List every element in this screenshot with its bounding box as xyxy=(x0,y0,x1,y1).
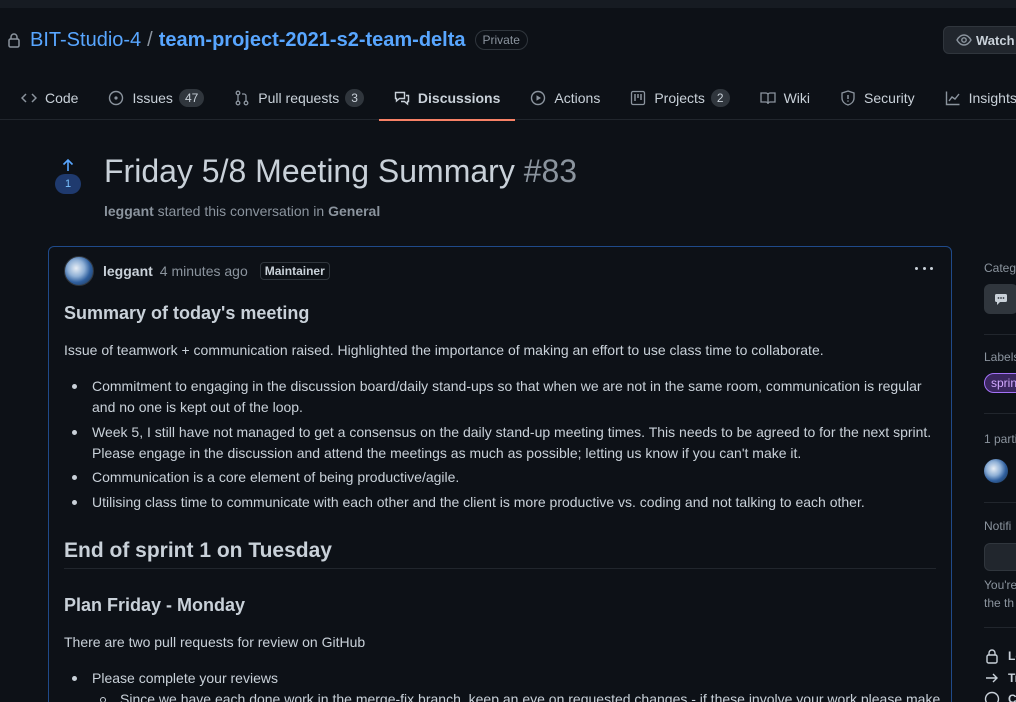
intro-paragraph: Issue of teamwork + communication raised… xyxy=(64,342,824,358)
project-board-icon xyxy=(631,90,646,106)
tab-label: Projects xyxy=(654,90,705,106)
tab-label: Pull requests xyxy=(258,90,340,106)
transfer-link[interactable]: Tr xyxy=(984,670,1016,686)
discussion-title: Friday 5/8 Meeting Summary #83 xyxy=(104,153,577,190)
starter-link[interactable]: leggant xyxy=(104,203,154,219)
participants-heading: 1 parti xyxy=(984,432,1016,446)
post-header: leggant 4 minutes ago Maintainer xyxy=(64,256,330,286)
lock-icon xyxy=(986,649,998,664)
sidebar-divider xyxy=(984,334,1016,335)
speech-bubble-icon xyxy=(995,294,1007,305)
arrow-right-icon xyxy=(986,673,998,683)
sidebar-action-link[interactable]: C xyxy=(984,691,1016,702)
list-item: Commitment to engaging in the discussion… xyxy=(72,376,942,418)
post-author-link[interactable]: leggant xyxy=(103,263,153,279)
tab-insights[interactable]: Insights xyxy=(930,76,1016,120)
code-icon xyxy=(21,93,37,103)
labels-heading: Labels xyxy=(984,350,1016,364)
discussion-sidebar: Categ Labels sprin 1 parti Notifi You're… xyxy=(984,246,1016,702)
sidebar-divider xyxy=(984,413,1016,414)
sidebar-action-label: C xyxy=(1008,692,1016,702)
repo-separator: / xyxy=(147,28,153,51)
tab-label: Discussions xyxy=(417,90,501,106)
tab-label: Wiki xyxy=(783,90,811,106)
notifications-text: the th xyxy=(984,596,1015,610)
circle-icon xyxy=(984,691,1000,702)
post-timestamp[interactable]: 4 minutes ago xyxy=(160,263,248,279)
play-icon xyxy=(531,90,546,106)
projects-count-badge: 2 xyxy=(710,89,730,107)
upvote-control[interactable]: 1 xyxy=(55,158,81,194)
tab-code[interactable]: Code xyxy=(6,76,93,120)
category-icon-button[interactable] xyxy=(984,284,1016,314)
discussion-number: #83 xyxy=(523,153,578,189)
discussion-post: leggant 4 minutes ago Maintainer Summary… xyxy=(48,246,952,702)
lock-conversation-link[interactable]: Lo xyxy=(984,648,1016,664)
tab-label: Security xyxy=(864,90,915,106)
subscribe-button[interactable] xyxy=(984,543,1016,571)
repo-owner-link[interactable]: BIT-Studio-4 xyxy=(30,29,141,52)
sidebar-divider xyxy=(984,502,1016,503)
repo-title: BIT-Studio-4 / team-project-2021-s2-team… xyxy=(6,27,528,53)
repo-nav-tabs: Code Issues 47 Pull requests 3 Discussio… xyxy=(6,76,1016,121)
heading-divider xyxy=(64,568,936,569)
upvote-count: 1 xyxy=(55,174,81,194)
pr-paragraph: There are two pull requests for review o… xyxy=(64,634,366,650)
maintainer-badge: Maintainer xyxy=(259,262,330,280)
sidebar-divider xyxy=(984,627,1016,628)
tab-pull-requests[interactable]: Pull requests 3 xyxy=(219,76,379,120)
watch-button[interactable]: Watch xyxy=(943,26,1016,54)
label-chip[interactable]: sprin xyxy=(984,373,1016,393)
repo-header: BIT-Studio-4 / team-project-2021-s2-team… xyxy=(0,8,1016,121)
arrow-up-icon xyxy=(62,158,74,171)
list-item: Utilising class time to communicate with… xyxy=(72,492,942,513)
tab-security[interactable]: Security xyxy=(825,76,930,120)
shield-icon xyxy=(841,90,855,106)
lock-label: Lo xyxy=(1008,649,1016,663)
book-icon xyxy=(759,92,776,105)
tab-wiki[interactable]: Wiki xyxy=(745,76,825,120)
issues-count-badge: 47 xyxy=(178,89,205,107)
tab-projects[interactable]: Projects 2 xyxy=(615,76,744,120)
notifications-text: You're xyxy=(984,578,1016,592)
more-options-icon[interactable] xyxy=(915,260,933,276)
heading-summary: Summary of today's meeting xyxy=(64,303,310,323)
eye-icon xyxy=(956,34,972,46)
transfer-label: Tr xyxy=(1008,671,1016,685)
visibility-badge: Private xyxy=(474,30,528,50)
avatar[interactable] xyxy=(64,256,94,286)
pull-request-icon xyxy=(235,90,249,106)
tab-issues[interactable]: Issues 47 xyxy=(93,76,219,120)
watch-label: Watch xyxy=(976,32,1015,48)
global-header-strip xyxy=(0,0,1016,8)
category-heading: Categ xyxy=(984,261,1016,275)
heading-plan: Plan Friday - Monday xyxy=(64,595,246,615)
notifications-heading: Notifi xyxy=(984,519,1012,533)
list-item: Communication is a core element of being… xyxy=(72,467,942,488)
discussion-byline: leggant started this conversation in Gen… xyxy=(104,203,380,219)
sub-list-item: Since we have each done work in the merg… xyxy=(100,689,951,702)
lock-icon xyxy=(8,33,20,48)
byline-text: started this conversation in xyxy=(157,203,325,219)
issue-icon xyxy=(109,90,124,106)
list-item: Please complete your reviews xyxy=(72,668,942,689)
tab-label: Actions xyxy=(554,90,601,106)
participant-avatar[interactable] xyxy=(984,459,1008,483)
category-link[interactable]: General xyxy=(328,203,380,219)
tab-label: Code xyxy=(45,90,79,106)
tab-discussions[interactable]: Discussions xyxy=(378,76,516,121)
list-item: Week 5, I still have not managed to get … xyxy=(72,422,942,464)
tab-label: Insights xyxy=(968,90,1016,106)
repo-name-link[interactable]: team-project-2021-s2-team-delta xyxy=(159,29,466,52)
pull-requests-count-badge: 3 xyxy=(345,89,364,107)
graph-icon xyxy=(945,91,960,106)
discussion-icon xyxy=(394,91,410,106)
tab-actions[interactable]: Actions xyxy=(515,76,615,120)
tab-label: Issues xyxy=(132,90,173,106)
discussion-title-text: Friday 5/8 Meeting Summary xyxy=(104,153,515,189)
heading-end-of-sprint: End of sprint 1 on Tuesday xyxy=(64,539,332,562)
